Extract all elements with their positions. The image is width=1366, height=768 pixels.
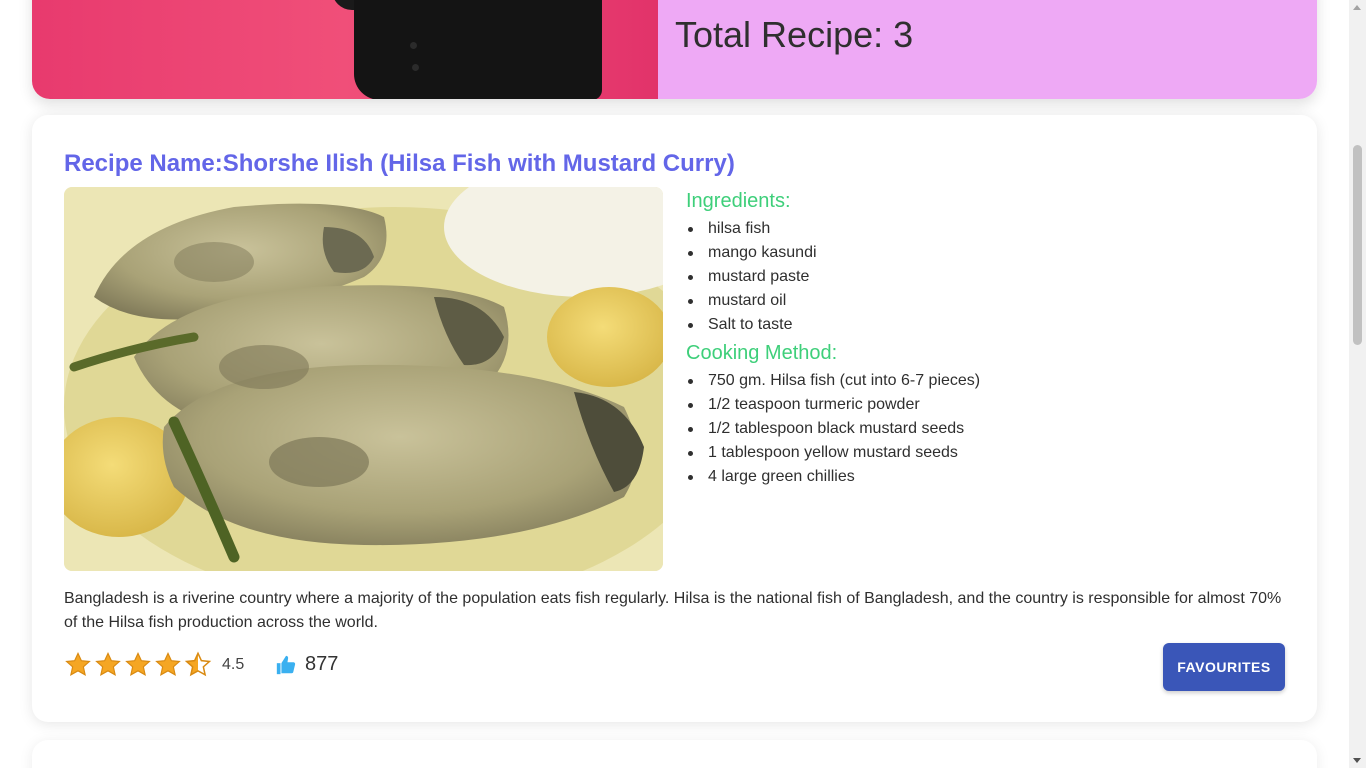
recipe-card: Recipe Name:Shorshe Ilish (Hilsa Fish wi… bbox=[32, 115, 1317, 722]
ingredient-item: mustard paste bbox=[686, 265, 1286, 289]
total-recipes-label: Total Recipe: 3 bbox=[675, 14, 914, 55]
recipe-details: Ingredients: hilsa fish mango kasundi mu… bbox=[686, 189, 1286, 493]
scrollbar-thumb[interactable] bbox=[1353, 145, 1362, 345]
recipe-photo-illustration bbox=[64, 187, 663, 571]
likes-count: 877 bbox=[305, 653, 339, 675]
recipe-description: Bangladesh is a riverine country where a… bbox=[64, 590, 1282, 631]
scroll-up-arrow-icon[interactable] bbox=[1353, 5, 1361, 10]
method-item: 4 large green chillies bbox=[686, 465, 1286, 489]
ingredients-list: hilsa fish mango kasundi mustard paste m… bbox=[686, 217, 1286, 337]
half-star-icon bbox=[184, 651, 212, 677]
star-icon bbox=[155, 651, 181, 676]
page-scrollbar[interactable] bbox=[1349, 0, 1366, 768]
favourites-button[interactable]: FAVOURITES bbox=[1163, 643, 1285, 691]
star-icon bbox=[95, 651, 121, 676]
ingredients-heading: Ingredients: bbox=[686, 190, 791, 212]
rating: 4.5 bbox=[64, 651, 244, 679]
method-item: 750 gm. Hilsa fish (cut into 6-7 pieces) bbox=[686, 369, 1286, 393]
recipe-title: Recipe Name:Shorshe Ilish (Hilsa Fish wi… bbox=[64, 150, 735, 178]
recipe-photo bbox=[64, 187, 663, 571]
chef-banner: Total Recipe: 3 bbox=[32, 0, 1317, 99]
method-item: 1/2 teaspoon turmeric powder bbox=[686, 393, 1286, 417]
scroll-down-arrow-icon[interactable] bbox=[1353, 758, 1361, 763]
method-item: 1/2 tablespoon black mustard seeds bbox=[686, 417, 1286, 441]
next-recipe-card bbox=[32, 740, 1317, 768]
likes: 877 bbox=[275, 653, 338, 676]
chef-photo bbox=[32, 0, 658, 99]
cooking-method-list: 750 gm. Hilsa fish (cut into 6-7 pieces)… bbox=[686, 369, 1286, 489]
rating-value: 4.5 bbox=[222, 656, 245, 673]
ingredient-item: mango kasundi bbox=[686, 241, 1286, 265]
method-item: 1 tablespoon yellow mustard seeds bbox=[686, 441, 1286, 465]
cooking-method-heading: Cooking Method: bbox=[686, 342, 838, 364]
banner-info: Total Recipe: 3 bbox=[658, 0, 1317, 99]
ingredient-item: mustard oil bbox=[686, 289, 1286, 313]
recipe-title-name: Shorshe Ilish (Hilsa Fish with Mustard C… bbox=[222, 150, 735, 177]
ingredient-item: hilsa fish bbox=[686, 217, 1286, 241]
ingredient-item: Salt to taste bbox=[686, 313, 1286, 337]
chef-jacket bbox=[354, 0, 602, 99]
recipe-title-prefix: Recipe Name: bbox=[64, 150, 223, 177]
star-icon bbox=[125, 651, 151, 676]
thumbs-up-icon[interactable] bbox=[275, 654, 297, 676]
star-icon bbox=[65, 651, 91, 676]
